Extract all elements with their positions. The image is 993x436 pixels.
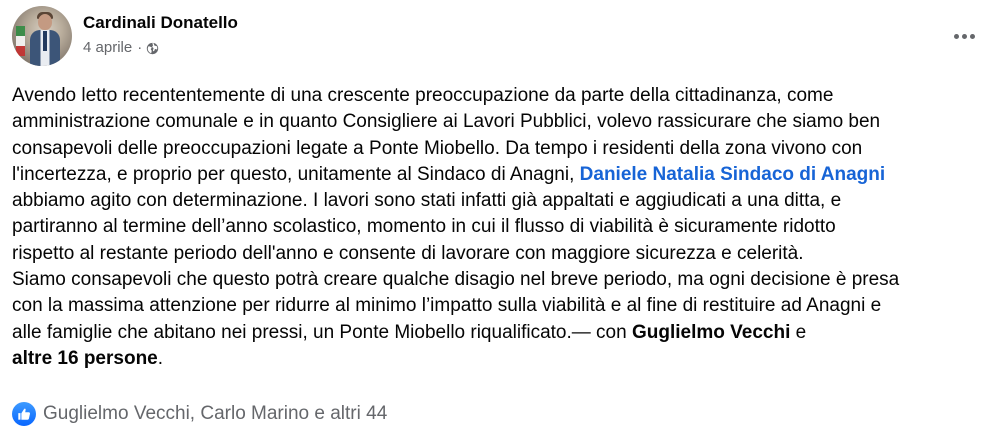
more-options-button[interactable] bbox=[946, 18, 982, 54]
author-avatar[interactable] bbox=[12, 6, 72, 66]
post-text-line: Avendo letto recententemente di una cres… bbox=[12, 85, 834, 106]
post-text-line: amministrazione comunale e in quanto Con… bbox=[12, 111, 881, 133]
post-text-line: rispetto al restante periodo dell'anno e… bbox=[12, 242, 804, 264]
post-date[interactable]: 4 aprile bbox=[83, 39, 132, 56]
author-name[interactable]: Cardinali Donatello bbox=[83, 13, 238, 33]
thumbs-up-icon bbox=[18, 408, 30, 420]
reactions-text: Guglielmo Vecchi, Carlo Marino e altri 4… bbox=[43, 403, 388, 424]
mention-link[interactable]: Daniele Natalia Sindaco di Anagni bbox=[580, 164, 885, 185]
post-text-line: l'incertezza, e proprio per questo, unit… bbox=[12, 162, 972, 188]
reactions-summary[interactable]: Guglielmo Vecchi, Carlo Marino e altri 4… bbox=[12, 399, 387, 429]
post-text-line: alle famiglie che abitano nei pressi, un… bbox=[12, 320, 972, 346]
post-text-line: con la massima attenzione per ridurre al… bbox=[12, 295, 882, 317]
post-text-line: Siamo consapevoli che questo potrà crear… bbox=[12, 269, 900, 291]
tagged-person-link[interactable]: Guglielmo Vecchi bbox=[632, 322, 790, 343]
avatar-head bbox=[38, 14, 52, 30]
post-text-line: partiranno al termine dell’anno scolasti… bbox=[12, 216, 836, 238]
more-horizontal-icon bbox=[953, 33, 975, 39]
like-icon bbox=[12, 402, 36, 426]
post-text-line: consapevoli delle preoccupazioni legate … bbox=[12, 137, 863, 159]
post-text-segment: l'incertezza, e proprio per questo, unit… bbox=[12, 163, 580, 185]
post-text-segment: e bbox=[790, 321, 807, 343]
post-text: Avendo letto recententemente di una cres… bbox=[12, 83, 972, 372]
post-text-segment: alle famiglie che abitano nei pressi, un… bbox=[12, 321, 632, 343]
avatar-flag bbox=[16, 26, 25, 56]
post-text-line: altre 16 persone. bbox=[12, 346, 972, 372]
tagged-others-link[interactable]: altre 16 persone bbox=[12, 348, 158, 369]
globe-icon[interactable] bbox=[146, 42, 159, 55]
avatar-tie bbox=[43, 31, 47, 51]
post-text-segment: . bbox=[157, 347, 164, 369]
post-header: Cardinali Donatello 4 aprile · bbox=[12, 6, 982, 66]
facebook-post: Cardinali Donatello 4 aprile · Avendo le… bbox=[0, 0, 993, 436]
meta-separator: · bbox=[137, 39, 143, 56]
post-meta: 4 aprile · bbox=[83, 39, 159, 56]
post-text-line: abbiamo agito con determinazione. I lavo… bbox=[12, 190, 842, 212]
